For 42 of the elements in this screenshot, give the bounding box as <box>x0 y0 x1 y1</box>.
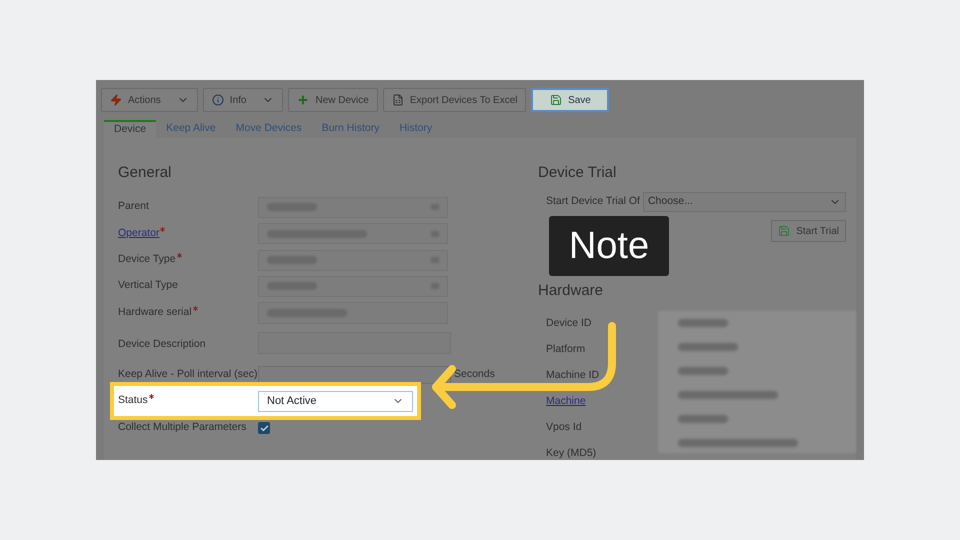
spreadsheet-icon <box>392 94 404 106</box>
toolbar-button[interactable]: Info <box>202 88 284 112</box>
note-callout: Note <box>549 216 669 276</box>
toolbar-button[interactable]: Export Devices To Excel <box>382 88 526 112</box>
field-label: Vpos Id <box>546 420 582 435</box>
field-label: Hardware serial <box>118 305 192 320</box>
field-label: Key (MD5) <box>546 446 596 460</box>
section-title: General <box>118 162 172 183</box>
tab[interactable]: Burn History <box>312 120 390 138</box>
info-icon <box>212 94 224 106</box>
lightning-icon <box>110 94 122 106</box>
toolbar-button[interactable]: New Device <box>288 88 378 112</box>
field-label: Device Type <box>118 252 176 268</box>
tab[interactable]: Device <box>104 120 156 138</box>
section-title: Hardware <box>538 281 604 302</box>
toolbar-button[interactable]: Actions <box>101 88 198 112</box>
unit-label: Seconds <box>454 367 495 382</box>
tab[interactable]: Move Devices <box>226 120 312 138</box>
field-label: Machine ID <box>546 368 600 383</box>
tab[interactable]: Keep Alive <box>156 120 226 138</box>
field-label[interactable]: Operator <box>118 226 160 242</box>
status-dropdown[interactable]: Not Active <box>258 390 413 412</box>
field-label: Platform <box>546 342 586 357</box>
field-label: Device Description <box>118 337 206 352</box>
field-label[interactable]: Machine <box>546 394 586 410</box>
plus-icon <box>297 94 310 106</box>
start-trial-button[interactable]: Start Trial <box>771 220 846 242</box>
dropdown-field[interactable]: Choose... <box>642 192 846 212</box>
checkbox[interactable] <box>258 422 270 434</box>
save-icon <box>778 225 790 238</box>
field-label: Start Device Trial Of <box>546 194 640 210</box>
field-label: Collect Multiple Parameters <box>118 420 246 436</box>
save-icon <box>550 94 562 106</box>
field-label: Parent <box>118 199 149 214</box>
check-icon <box>260 424 268 433</box>
field-label: Keep Alive - Poll interval (sec) <box>118 367 258 382</box>
field-label: Status <box>118 393 148 408</box>
field-label: Device ID <box>546 316 592 331</box>
section-title: Device Trial <box>538 162 618 183</box>
toolbar-button[interactable]: Save <box>531 88 610 112</box>
tab[interactable]: History <box>389 120 442 138</box>
field-label: Vertical Type <box>118 278 178 294</box>
